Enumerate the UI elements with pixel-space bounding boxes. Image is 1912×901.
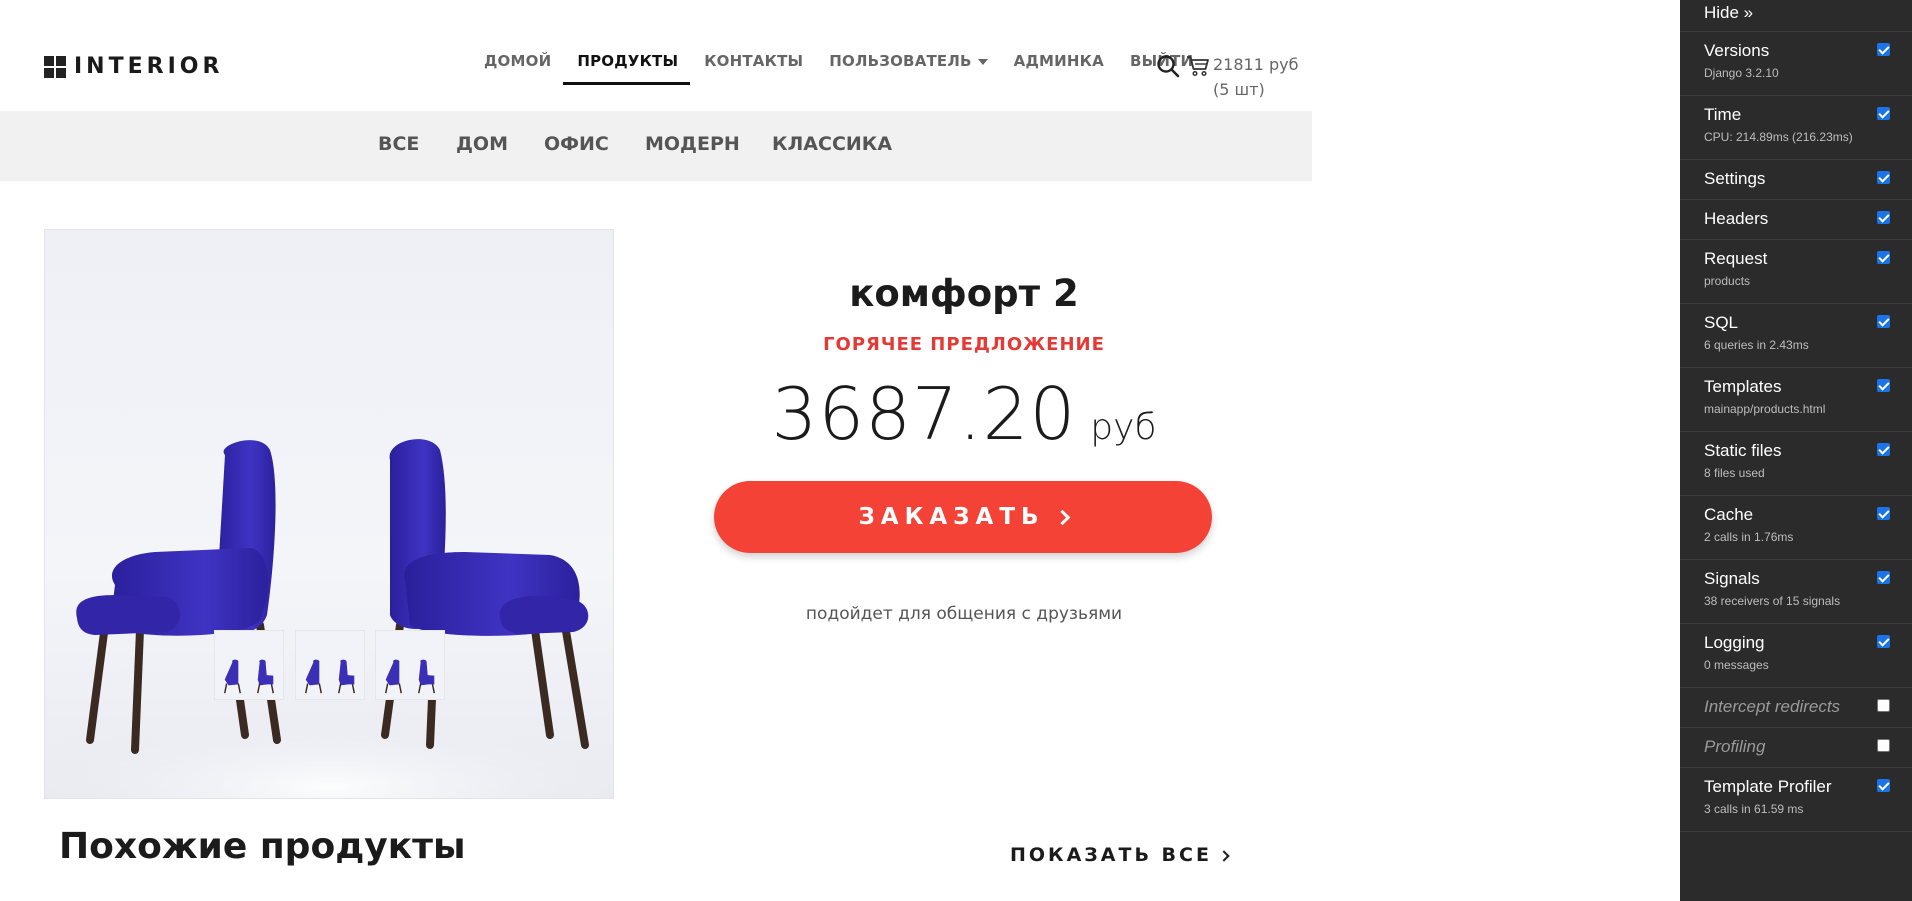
category-modern[interactable]: МОДЕРН (645, 133, 740, 155)
category-all[interactable]: ВСЕ (378, 133, 419, 155)
debug-panel-profiling[interactable]: Profiling (1680, 728, 1912, 768)
debug-panel-subtitle: 0 messages (1704, 658, 1769, 672)
order-button[interactable]: ЗАКАЗАТЬ (714, 481, 1212, 553)
category-office[interactable]: ОФИС (544, 133, 609, 155)
debug-toolbar-panels: Versions Django 3.2.10 Time CPU: 214.89ms (… (1680, 32, 1912, 832)
show-all-link[interactable]: ПОКАЗАТЬ ВСЕ (1010, 844, 1230, 866)
product-description: подойдет для общения с друзьями (805, 604, 1123, 624)
category-bar: ВСЕ ДОМ ОФИС МОДЕРН КЛАССИКА (0, 111, 1312, 181)
cart-total[interactable]: 21811 руб (1213, 55, 1298, 74)
debug-panel-versions[interactable]: Versions Django 3.2.10 (1680, 32, 1912, 96)
debug-panel-subtitle: 6 queries in 2.43ms (1704, 338, 1809, 352)
panel-toggle-checkbox[interactable] (1877, 315, 1890, 328)
product-image[interactable] (44, 229, 614, 799)
product-thumbnail[interactable] (295, 630, 365, 700)
nav-user-dropdown[interactable]: ПОЛЬЗОВАТЕЛЬ (829, 52, 988, 70)
chevron-right-icon (1218, 849, 1230, 862)
panel-toggle-checkbox[interactable] (1877, 443, 1890, 456)
debug-panel-settings[interactable]: Settings (1680, 160, 1912, 200)
logo-grid-icon (44, 55, 66, 78)
panel-toggle-checkbox[interactable] (1877, 171, 1890, 184)
thumbnail-image (296, 631, 364, 699)
nav-user-label: ПОЛЬЗОВАТЕЛЬ (829, 52, 972, 70)
logo-text: INTERIOR (74, 54, 224, 79)
debug-panel-headers[interactable]: Headers (1680, 200, 1912, 240)
panel-toggle-checkbox[interactable] (1877, 379, 1890, 392)
cart-icon[interactable] (1186, 55, 1210, 77)
similar-products-heading: Похожие продукты (59, 826, 466, 867)
chevron-down-icon (977, 58, 988, 65)
debug-panel-subtitle: products (1704, 274, 1751, 288)
debug-toolbar: Hide » Versions Django 3.2.10 Time CPU: 214… (1680, 0, 1912, 901)
debug-panel-intercept-redirects[interactable]: Intercept redirects (1680, 688, 1912, 728)
hot-offer-badge: ГОРЯЧЕЕ ПРЕДЛОЖЕНИЕ (823, 334, 1105, 355)
panel-toggle-checkbox[interactable] (1877, 699, 1890, 712)
logo[interactable]: INTERIOR (44, 54, 223, 79)
panel-toggle-checkbox[interactable] (1877, 107, 1890, 120)
debug-panel-subtitle: 38 receivers of 15 signals (1704, 594, 1841, 608)
debug-toolbar-hide-button[interactable]: Hide » (1704, 3, 1753, 23)
thumbnail-image (215, 631, 283, 699)
order-button-label: ЗАКАЗАТЬ (858, 504, 1045, 530)
site-header: INTERIOR ДОМОЙ ПРОДУКТЫ КОНТАКТЫ ПОЛЬЗОВ… (0, 0, 1312, 111)
debug-panel-static-files[interactable]: Static files 8 files used (1680, 432, 1912, 496)
product-title: комфорт 2 (849, 272, 1079, 315)
chevron-right-icon (1054, 509, 1070, 525)
thumbnail-image (376, 631, 444, 699)
nav-products[interactable]: ПРОДУКТЫ (563, 52, 691, 85)
debug-panel-subtitle: mainapp/products.html (1704, 402, 1826, 416)
panel-toggle-checkbox[interactable] (1877, 211, 1890, 224)
debug-panel-templates[interactable]: Templates mainapp/products.html (1680, 368, 1912, 432)
panel-toggle-checkbox[interactable] (1877, 739, 1890, 752)
cart-count: (5 шт) (1213, 80, 1265, 99)
panel-toggle-checkbox[interactable] (1877, 571, 1890, 584)
chairs-illustration (45, 439, 613, 798)
debug-toolbar-hide-row: Hide » (1680, 0, 1912, 32)
debug-panel-subtitle: 8 files used (1704, 466, 1765, 480)
nav-home[interactable]: ДОМОЙ (484, 52, 551, 70)
debug-panel-cache[interactable]: Cache 2 calls in 1.76ms (1680, 496, 1912, 560)
nav-admin[interactable]: АДМИНКА (1014, 52, 1104, 70)
price-currency: руб (1090, 407, 1157, 448)
debug-panel-subtitle: 3 calls in 61.59 ms (1704, 802, 1804, 816)
main-nav: ДОМОЙ ПРОДУКТЫ КОНТАКТЫ ПОЛЬЗОВАТЕЛЬ АДМ… (484, 52, 1219, 85)
panel-toggle-checkbox[interactable] (1877, 43, 1890, 56)
page: INTERIOR ДОМОЙ ПРОДУКТЫ КОНТАКТЫ ПОЛЬЗОВ… (0, 0, 1912, 901)
debug-panel-subtitle: CPU: 214.89ms (216.23ms) (1704, 130, 1853, 144)
debug-panel-template-profiler[interactable]: Template Profiler 3 calls in 61.59 ms (1680, 768, 1912, 832)
debug-panel-sql[interactable]: SQL 6 queries in 2.43ms (1680, 304, 1912, 368)
product-thumbnail[interactable] (375, 630, 445, 700)
panel-toggle-checkbox[interactable] (1877, 779, 1890, 792)
debug-panel-logging[interactable]: Logging 0 messages (1680, 624, 1912, 688)
nav-contacts[interactable]: КОНТАКТЫ (704, 52, 803, 70)
panel-toggle-checkbox[interactable] (1877, 251, 1890, 264)
debug-panel-subtitle: 2 calls in 1.76ms (1704, 530, 1794, 544)
category-home[interactable]: ДОМ (456, 133, 508, 155)
debug-panel-time[interactable]: Time CPU: 214.89ms (216.23ms) (1680, 96, 1912, 160)
price-value: 3687.20 (771, 372, 1077, 456)
show-all-label: ПОКАЗАТЬ ВСЕ (1010, 844, 1212, 866)
debug-panel-signals[interactable]: Signals 38 receivers of 15 signals (1680, 560, 1912, 624)
panel-toggle-checkbox[interactable] (1877, 507, 1890, 520)
debug-panel-request[interactable]: Request products (1680, 240, 1912, 304)
search-icon[interactable] (1156, 54, 1180, 78)
debug-panel-subtitle: Django 3.2.10 (1704, 66, 1779, 80)
panel-toggle-checkbox[interactable] (1877, 635, 1890, 648)
category-classic[interactable]: КЛАССИКА (772, 133, 892, 155)
product-thumbnail[interactable] (214, 630, 284, 700)
product-price: 3687.20 руб (714, 372, 1214, 456)
